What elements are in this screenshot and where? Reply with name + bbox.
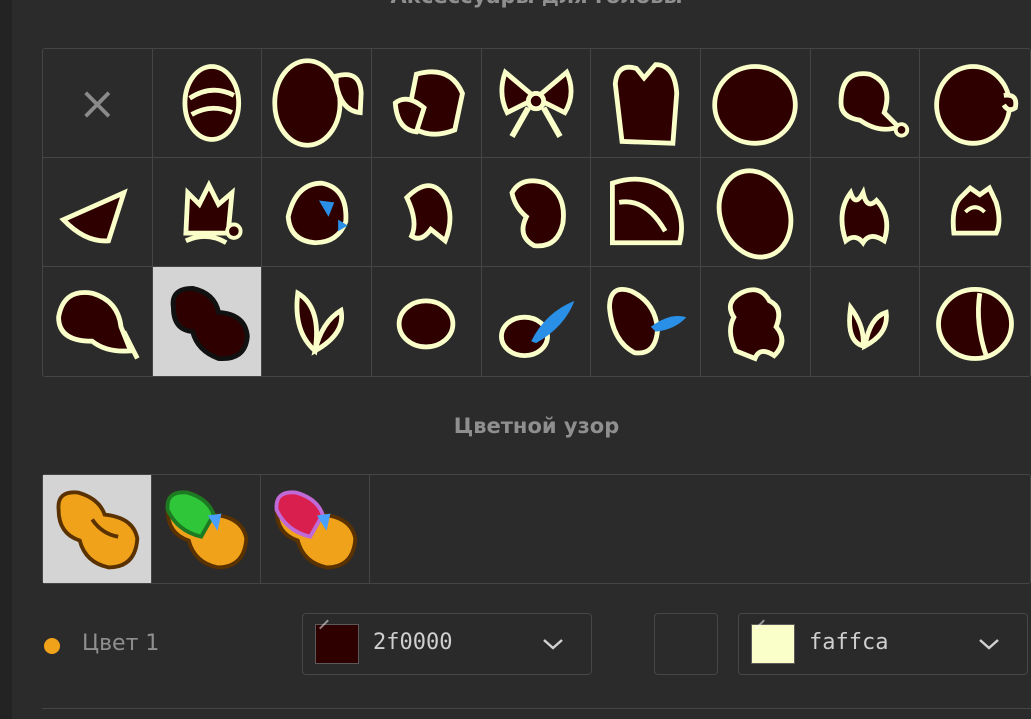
pattern-option[interactable] (152, 475, 261, 583)
accessory-option[interactable] (481, 49, 592, 158)
round-helmet-icon (936, 286, 1015, 361)
color-indicator-dot (44, 638, 60, 654)
round-cap-icon (712, 64, 799, 146)
accessory-option[interactable] (481, 158, 592, 267)
bean-shape-icon (170, 285, 250, 361)
accessory-option[interactable]: × (43, 49, 153, 158)
small-leaves-icon (847, 301, 889, 350)
accessory-option[interactable] (371, 49, 482, 158)
secondary-color-hex: faffca (809, 630, 889, 655)
close-icon: × (78, 76, 117, 130)
pattern-option[interactable] (43, 475, 152, 583)
small-tiara-icon (950, 184, 1002, 236)
bow-icon (499, 68, 574, 139)
divider (42, 708, 1031, 709)
accessory-grid: × (42, 48, 1031, 377)
accessory-option[interactable] (262, 267, 372, 376)
bean-cap-icon (509, 178, 566, 249)
tri-tone-pattern-icon (274, 490, 358, 570)
accessory-option[interactable] (262, 49, 372, 158)
feather-hat-icon (606, 286, 686, 355)
accessory-option[interactable] (152, 158, 263, 267)
two-tone-pattern-icon (165, 490, 249, 570)
tassel-cap-icon (56, 289, 140, 360)
accessory-option[interactable] (372, 267, 482, 376)
color-label: Цвет 1 (82, 631, 160, 656)
primary-color-picker[interactable]: 2f0000 (302, 613, 592, 675)
accessory-option[interactable] (810, 158, 921, 267)
accessory-option[interactable] (920, 267, 1030, 376)
primary-color-swatch[interactable] (315, 624, 359, 664)
flame-hair-icon (839, 185, 890, 247)
folded-hood-icon (609, 176, 684, 246)
accessory-option[interactable] (920, 158, 1030, 267)
accessory-option[interactable] (700, 158, 811, 267)
primary-color-hex: 2f0000 (373, 630, 453, 655)
oval-cap-icon (397, 297, 456, 349)
accessory-option[interactable] (591, 49, 701, 158)
wrapped-hat-icon (182, 64, 242, 142)
top-hat-icon (393, 69, 466, 137)
accessory-option[interactable] (700, 49, 811, 158)
accessory-option[interactable] (262, 158, 372, 267)
feather-cap-icon (499, 300, 575, 358)
accessory-option[interactable] (43, 158, 153, 267)
accessory-option[interactable] (920, 49, 1030, 158)
pattern-grid (42, 474, 1031, 584)
accessory-option[interactable] (701, 267, 811, 376)
secondary-color-swatch[interactable] (751, 624, 795, 664)
accessory-option[interactable] (152, 49, 263, 158)
head-accessories-title: Аксессуары для головы (42, 0, 1031, 8)
cone-hat-icon (59, 188, 129, 244)
horn-icon (404, 183, 453, 245)
accessory-option[interactable] (811, 267, 921, 376)
ball-cap-icon (934, 64, 1019, 146)
color-row: Цвет 1 2f0000 faffca (0, 610, 1031, 680)
leaf-sprout-icon (294, 288, 344, 356)
crown-icon (183, 179, 243, 245)
chevron-down-icon[interactable] (977, 636, 1001, 652)
pattern-option[interactable] (261, 475, 370, 583)
chevron-down-icon[interactable] (541, 636, 565, 652)
accessory-option[interactable] (591, 267, 701, 376)
accessory-option[interactable] (482, 267, 592, 376)
jeweled-tiara-icon (285, 180, 348, 246)
large-hood-icon (717, 168, 794, 260)
accessory-option[interactable] (371, 158, 482, 267)
tall-hat-icon (612, 62, 679, 146)
accessory-option[interactable] (152, 267, 263, 376)
pompom-cap-icon (838, 71, 910, 138)
color-pattern-title: Цветной узор (453, 414, 620, 438)
curly-hair-icon (728, 286, 785, 362)
solid-pattern-icon (56, 490, 140, 570)
secondary-color-picker[interactable]: faffca (738, 613, 1028, 675)
wide-brim-hat-icon (272, 58, 364, 148)
accessory-option[interactable] (591, 158, 701, 267)
color-link-button[interactable] (654, 613, 718, 675)
accessory-option[interactable] (43, 267, 153, 376)
accessory-option[interactable] (810, 49, 921, 158)
